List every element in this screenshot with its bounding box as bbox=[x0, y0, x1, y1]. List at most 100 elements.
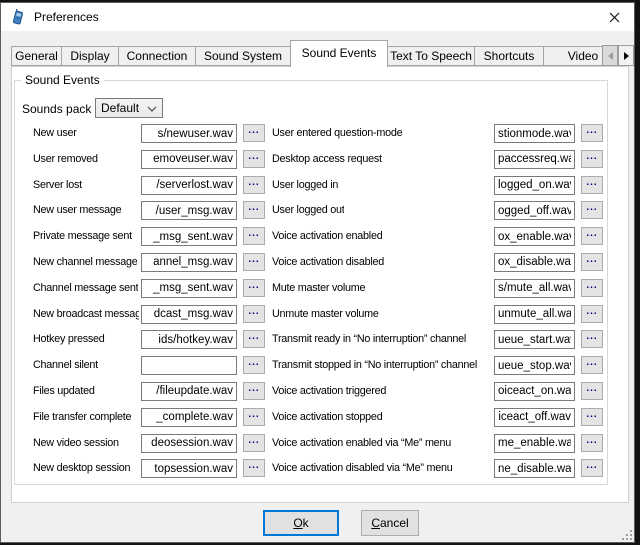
browse-button[interactable]: ... bbox=[243, 305, 265, 323]
sound-file-input[interactable] bbox=[494, 382, 575, 401]
sound-event-label: Voice activation triggered bbox=[272, 382, 386, 401]
sound-event-label: User logged out bbox=[272, 201, 344, 220]
sound-event-label: Hotkey pressed bbox=[33, 330, 105, 349]
browse-button[interactable]: ... bbox=[581, 356, 603, 374]
sound-file-input[interactable] bbox=[494, 279, 575, 298]
sound-file-input[interactable] bbox=[141, 253, 237, 272]
sounds-pack-select[interactable]: Default bbox=[95, 98, 163, 118]
sound-file-input[interactable] bbox=[494, 330, 575, 349]
sound-file-input[interactable] bbox=[141, 150, 237, 169]
tab-shortcuts[interactable]: Shortcuts bbox=[474, 46, 544, 66]
sound-event-label: Private message sent bbox=[33, 227, 132, 246]
sound-file-input[interactable] bbox=[141, 434, 237, 453]
ok-button[interactable]: Ok bbox=[263, 510, 339, 536]
sound-file-input[interactable] bbox=[141, 279, 237, 298]
window-title: Preferences bbox=[34, 3, 99, 31]
tab-connection[interactable]: Connection bbox=[118, 46, 196, 66]
cancel-button[interactable]: Cancel bbox=[361, 510, 419, 536]
browse-button[interactable]: ... bbox=[243, 227, 265, 245]
sound-file-input[interactable] bbox=[494, 408, 575, 427]
sound-file-input[interactable] bbox=[494, 176, 575, 195]
sound-file-input[interactable] bbox=[494, 124, 575, 143]
sound-event-label: Transmit ready in “No interruption” chan… bbox=[272, 330, 466, 349]
browse-button[interactable]: ... bbox=[243, 330, 265, 348]
browse-button[interactable]: ... bbox=[243, 253, 265, 271]
sound-file-input[interactable] bbox=[141, 201, 237, 220]
sound-event-row: Private message sent... bbox=[33, 227, 265, 246]
sound-file-input[interactable] bbox=[141, 382, 237, 401]
browse-button[interactable]: ... bbox=[581, 459, 603, 477]
sound-event-row: Hotkey pressed... bbox=[33, 330, 265, 349]
sound-event-row: Unmute master volume... bbox=[272, 305, 603, 324]
browse-button[interactable]: ... bbox=[243, 356, 265, 374]
browse-button[interactable]: ... bbox=[243, 279, 265, 297]
sound-file-input[interactable] bbox=[494, 253, 575, 272]
preferences-dialog: Preferences GeneralDisplayConnectionSoun… bbox=[0, 2, 635, 543]
browse-button[interactable]: ... bbox=[581, 201, 603, 219]
browse-button[interactable]: ... bbox=[581, 382, 603, 400]
sound-event-label: User removed bbox=[33, 150, 98, 169]
sound-event-row: Transmit ready in “No interruption” chan… bbox=[272, 330, 603, 349]
sound-file-input[interactable] bbox=[141, 124, 237, 143]
sound-file-input[interactable] bbox=[141, 176, 237, 195]
sound-event-row: New user message... bbox=[33, 201, 265, 220]
sound-file-input[interactable] bbox=[494, 459, 575, 478]
sound-file-input[interactable] bbox=[141, 227, 237, 246]
tab-display[interactable]: Display bbox=[61, 46, 119, 66]
tab-text-to-speech[interactable]: Text To Speech bbox=[387, 46, 475, 66]
tab-sound-events[interactable]: Sound Events bbox=[290, 40, 388, 67]
sound-event-label: New user bbox=[33, 124, 77, 143]
browse-button[interactable]: ... bbox=[581, 253, 603, 271]
browse-button[interactable]: ... bbox=[581, 176, 603, 194]
sound-file-input[interactable] bbox=[494, 201, 575, 220]
browse-button[interactable]: ... bbox=[243, 201, 265, 219]
browse-button[interactable]: ... bbox=[243, 434, 265, 452]
sound-event-label: User logged in bbox=[272, 176, 338, 195]
sound-file-input[interactable] bbox=[141, 356, 237, 375]
browse-button[interactable]: ... bbox=[581, 305, 603, 323]
browse-button[interactable]: ... bbox=[243, 150, 265, 168]
tab-video[interactable]: Video bbox=[543, 46, 603, 66]
browse-button[interactable]: ... bbox=[243, 124, 265, 142]
titlebar[interactable]: Preferences bbox=[1, 3, 634, 31]
browse-button[interactable]: ... bbox=[581, 330, 603, 348]
resize-grip[interactable] bbox=[622, 530, 634, 542]
sound-file-input[interactable] bbox=[494, 356, 575, 375]
sound-events-right-column: User entered question-mode...Desktop acc… bbox=[272, 124, 603, 478]
sound-event-label: Voice activation enabled bbox=[272, 227, 382, 246]
browse-button[interactable]: ... bbox=[243, 459, 265, 477]
sound-file-input[interactable] bbox=[141, 459, 237, 478]
arrow-right-icon bbox=[624, 52, 629, 60]
tab-sound-system[interactable]: Sound System bbox=[195, 46, 291, 66]
sound-file-input[interactable] bbox=[494, 150, 575, 169]
sound-event-row: Channel silent... bbox=[33, 356, 265, 375]
sound-event-row: Voice activation enabled via “Me” menu..… bbox=[272, 434, 603, 453]
browse-button[interactable]: ... bbox=[581, 434, 603, 452]
sound-event-row: Voice activation triggered... bbox=[272, 382, 603, 401]
browse-button[interactable]: ... bbox=[243, 382, 265, 400]
tab-general[interactable]: General bbox=[11, 46, 62, 66]
sound-file-input[interactable] bbox=[494, 227, 575, 246]
browse-button[interactable]: ... bbox=[243, 408, 265, 426]
close-button[interactable] bbox=[594, 3, 634, 31]
tab-scroll-left-button[interactable] bbox=[602, 45, 618, 66]
sound-event-row: Channel message sent... bbox=[33, 279, 265, 298]
sound-file-input[interactable] bbox=[494, 434, 575, 453]
sound-file-input[interactable] bbox=[141, 305, 237, 324]
sound-event-label: Channel silent bbox=[33, 356, 98, 375]
sound-file-input[interactable] bbox=[141, 330, 237, 349]
sound-event-label: New user message bbox=[33, 201, 121, 220]
browse-button[interactable]: ... bbox=[581, 279, 603, 297]
browse-button[interactable]: ... bbox=[581, 124, 603, 142]
sound-file-input[interactable] bbox=[141, 408, 237, 427]
browse-button[interactable]: ... bbox=[581, 408, 603, 426]
sound-file-input[interactable] bbox=[494, 305, 575, 324]
sound-event-row: User logged in... bbox=[272, 176, 603, 195]
sound-event-row: New desktop session... bbox=[33, 459, 265, 478]
sound-event-row: User entered question-mode... bbox=[272, 124, 603, 143]
sound-event-label: Unmute master volume bbox=[272, 305, 379, 324]
browse-button[interactable]: ... bbox=[581, 150, 603, 168]
browse-button[interactable]: ... bbox=[581, 227, 603, 245]
tab-scroll-right-button[interactable] bbox=[618, 45, 634, 66]
browse-button[interactable]: ... bbox=[243, 176, 265, 194]
